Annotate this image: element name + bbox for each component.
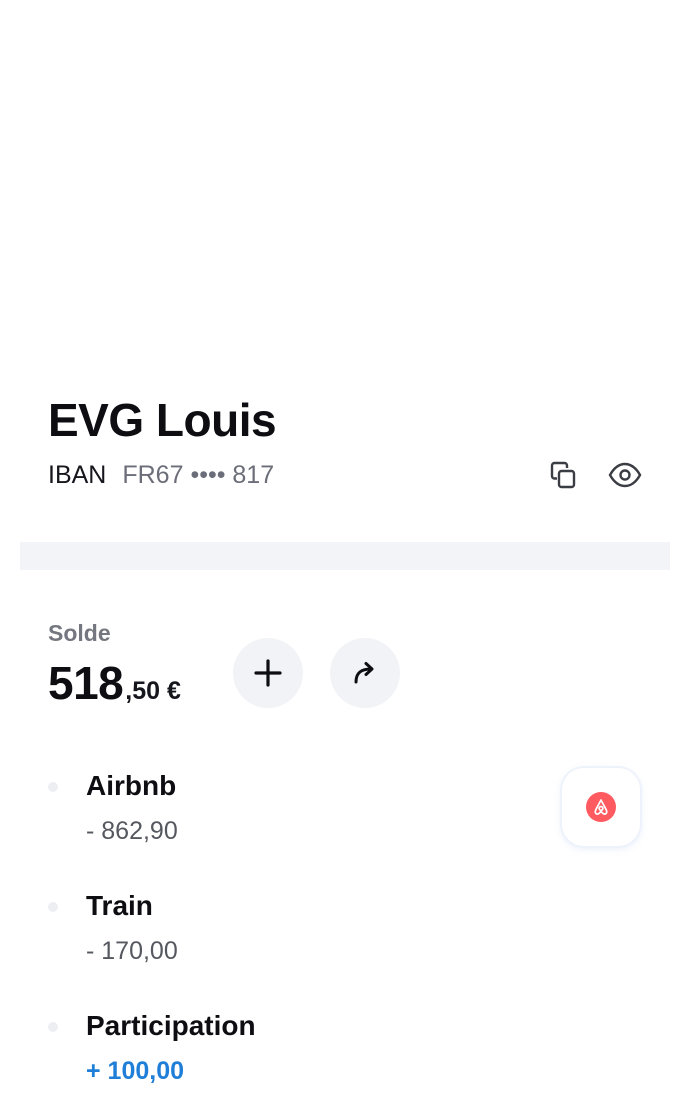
transaction-amount: - 862,90	[86, 817, 178, 845]
transaction-name: Airbnb	[86, 770, 177, 801]
transfer-button[interactable]	[330, 638, 400, 708]
transaction-name: Participation	[86, 1010, 256, 1041]
section-divider	[20, 542, 670, 570]
transaction-amount: + 100,00	[86, 1057, 185, 1085]
transaction-dot	[48, 782, 58, 792]
balance-amount: 518 ,50 €	[48, 656, 181, 710]
merchant-badge[interactable]	[562, 768, 640, 846]
transaction-item[interactable]: Train - 170,00	[0, 875, 690, 965]
iban-value: FR67 •••• 817	[122, 460, 275, 489]
balance-decimal: ,50 €	[125, 677, 181, 705]
transaction-amount: - 170,00	[86, 937, 178, 965]
airbnb-logo-icon	[586, 792, 616, 822]
transaction-name: Train	[86, 890, 153, 921]
copy-button[interactable]	[541, 453, 585, 497]
transaction-dot	[48, 1022, 58, 1032]
eye-icon	[608, 462, 642, 488]
balance-integer: 518	[48, 657, 124, 709]
forward-arrow-icon	[354, 662, 374, 684]
toggle-visibility-button[interactable]	[603, 453, 647, 497]
transaction-item[interactable]: Participation + 100,00	[0, 995, 690, 1085]
iban-label: IBAN	[48, 460, 107, 489]
copy-icon	[550, 461, 576, 489]
page-title: EVG Louis	[48, 394, 277, 446]
iban-row: IBAN FR67 •••• 817	[48, 460, 274, 490]
transaction-dot	[48, 902, 58, 912]
balance-label: Solde	[48, 620, 111, 646]
add-money-button[interactable]	[233, 638, 303, 708]
plus-icon	[254, 659, 282, 687]
